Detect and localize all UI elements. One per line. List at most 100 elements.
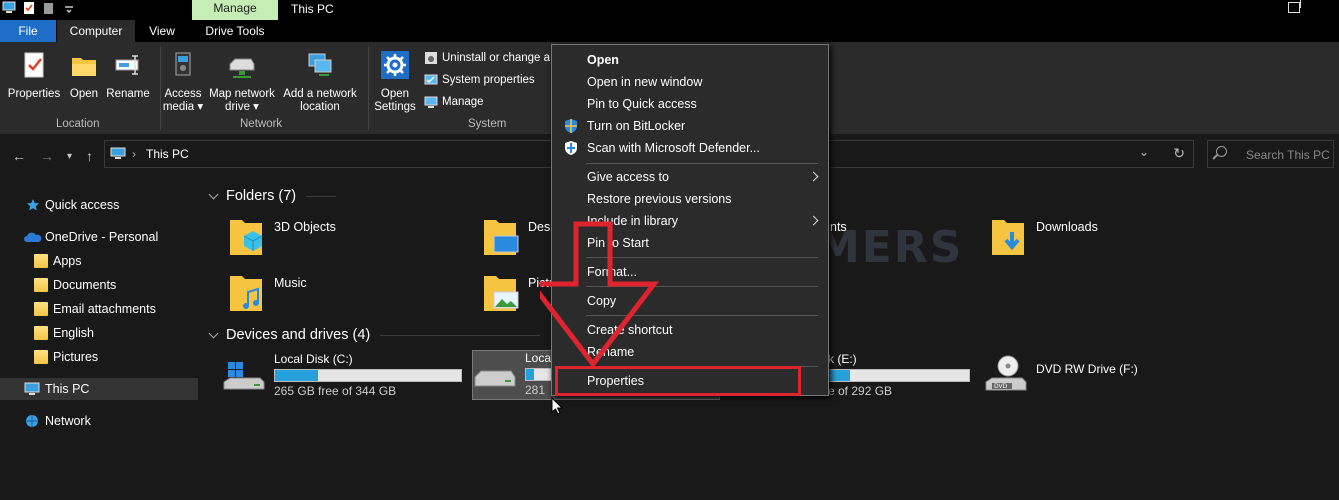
open-label: Open [69, 88, 99, 100]
nav-this-pc[interactable]: This PC [0, 378, 198, 400]
open-settings-label-1: Open [380, 88, 410, 100]
folder-icon [34, 326, 48, 340]
rename-button[interactable]: Rename [106, 50, 150, 101]
menu-item-label: Give access to [587, 170, 669, 184]
network-icon [26, 415, 38, 427]
forward-arrow-icon[interactable]: → [40, 148, 54, 164]
menu-item-label: Open in new window [587, 75, 703, 89]
system-properties-icon [424, 74, 438, 85]
folder-icon [34, 302, 48, 316]
search-box[interactable]: Search This PC [1207, 140, 1334, 168]
properties-label: Properties [7, 88, 61, 100]
title-bar: Manage This PC [0, 0, 1339, 20]
3d-objects-folder-icon [230, 220, 263, 255]
folder-item-3d-objects[interactable]: 3D Objects [228, 216, 478, 268]
nav-quick-access-label: Quick access [45, 198, 120, 212]
drive-item-f[interactable]: DVD DVD RW Drive (F:) [984, 352, 1184, 402]
tab-drive-tools[interactable]: Drive Tools [193, 20, 277, 42]
restore-window-button[interactable] [1288, 0, 1301, 13]
nav-item-email-attachments[interactable]: Email attachments [0, 298, 198, 320]
customize-dropdown-icon[interactable] [62, 1, 76, 15]
manage-button[interactable]: Manage [424, 95, 484, 109]
access-media-label-1: Access [164, 88, 202, 100]
menu-item-give-access[interactable]: Give access to [553, 166, 827, 188]
network-drive-icon [229, 58, 255, 78]
annotation-highlight-box [555, 366, 801, 396]
breadcrumb-separator-icon[interactable]: › [132, 147, 136, 161]
menu-item-open[interactable]: Open [553, 49, 827, 71]
system-properties-button[interactable]: System properties [424, 73, 535, 87]
access-media-button[interactable]: Access media ▾ [160, 50, 206, 114]
nav-quick-access[interactable]: Quick access [0, 194, 198, 216]
nav-onedrive[interactable]: OneDrive - Personal [0, 226, 198, 248]
manage-contextual-tab[interactable]: Manage [192, 0, 278, 20]
network-group-label: Network [240, 118, 283, 130]
nav-onedrive-label: OneDrive - Personal [45, 230, 159, 244]
pictures-folder-icon [484, 276, 519, 311]
open-settings-label-2: Settings [374, 101, 416, 113]
drive-free-space: 265 GB free of 344 GB [274, 384, 397, 398]
drive-usage-bar [828, 369, 970, 382]
nav-item-label: Pictures [53, 350, 99, 364]
nav-item-label: Documents [53, 278, 117, 292]
uninstall-program-button[interactable]: Uninstall or change a [424, 51, 550, 65]
menu-item-restore-versions[interactable]: Restore previous versions [553, 188, 827, 210]
tab-view[interactable]: View [141, 20, 183, 42]
folder-icon [34, 278, 48, 292]
nav-item-documents[interactable]: Documents [0, 274, 198, 296]
back-arrow-icon[interactable]: ← [12, 148, 26, 164]
drive-usage-fill [829, 370, 850, 381]
drive-free-space: e of 292 GB [828, 384, 893, 398]
dvd-drive-icon: DVD [985, 355, 1027, 391]
search-icon [1216, 146, 1227, 157]
desktop-folder-icon [484, 220, 519, 255]
new-folder-icon[interactable] [42, 1, 56, 15]
open-button[interactable]: Open [66, 50, 102, 101]
address-dropdown-icon[interactable]: ⌄ [1139, 145, 1149, 159]
quick-access-toolbar [2, 1, 76, 15]
add-network-location-button[interactable]: Add a network location [280, 50, 360, 114]
chevron-down-icon [208, 328, 219, 338]
nav-network[interactable]: Network [0, 410, 198, 432]
tab-computer[interactable]: Computer [57, 20, 135, 42]
network-location-icon [308, 53, 332, 76]
shield-icon [565, 119, 577, 133]
menu-item-pin-quick-access[interactable]: Pin to Quick access [553, 93, 827, 115]
manage-label: Manage [442, 96, 484, 108]
system-group-label: System [468, 118, 507, 130]
breadcrumb-this-pc[interactable]: This PC [146, 147, 189, 161]
downloads-folder-icon [992, 220, 1024, 255]
tab-file[interactable]: File [0, 20, 56, 42]
properties-check-icon[interactable] [22, 1, 36, 15]
menu-item-scan-defender[interactable]: Scan with Microsoft Defender... [553, 137, 827, 159]
map-network-drive-button[interactable]: Map network drive ▾ [206, 50, 278, 114]
drive-item-c[interactable]: Local Disk (C:) 265 GB free of 344 GB [222, 352, 466, 402]
computer-icon[interactable] [2, 1, 16, 15]
open-settings-button[interactable]: Open Settings [372, 50, 418, 114]
nav-item-english[interactable]: English [0, 322, 198, 344]
nav-item-apps[interactable]: Apps [0, 250, 198, 272]
folders-header-label: Folders (7) [226, 188, 297, 204]
gear-icon [381, 51, 409, 79]
devices-section-header[interactable]: Devices and drives (4) [208, 327, 541, 343]
nav-item-label: Apps [53, 254, 82, 268]
folder-item-music[interactable]: Music [228, 272, 478, 324]
recent-locations-chevron-icon[interactable]: ▾ [67, 151, 72, 162]
hard-drive-icon [474, 370, 516, 387]
refresh-icon[interactable]: ↻ [1173, 145, 1185, 162]
window-title: This PC [291, 2, 334, 16]
menu-item-open-new-window[interactable]: Open in new window [553, 71, 827, 93]
up-arrow-icon[interactable]: ↑ [86, 148, 93, 164]
folder-item-downloads[interactable]: Downloads [990, 216, 1240, 268]
add-network-label-1: Add a network [283, 88, 357, 100]
menu-item-label: Restore previous versions [587, 192, 732, 206]
menu-item-bitlocker[interactable]: Turn on BitLocker [553, 115, 827, 137]
folders-section-header[interactable]: Folders (7) [208, 188, 337, 204]
menu-item-label: Pin to Quick access [587, 97, 697, 111]
location-group-label: Location [56, 118, 100, 130]
ribbon-tab-strip: File Computer View Drive Tools ? [0, 20, 1339, 56]
nav-item-pictures[interactable]: Pictures [0, 346, 198, 368]
rename-icon [115, 55, 139, 75]
properties-button[interactable]: Properties [6, 50, 62, 101]
search-placeholder: Search This PC [1246, 148, 1330, 162]
